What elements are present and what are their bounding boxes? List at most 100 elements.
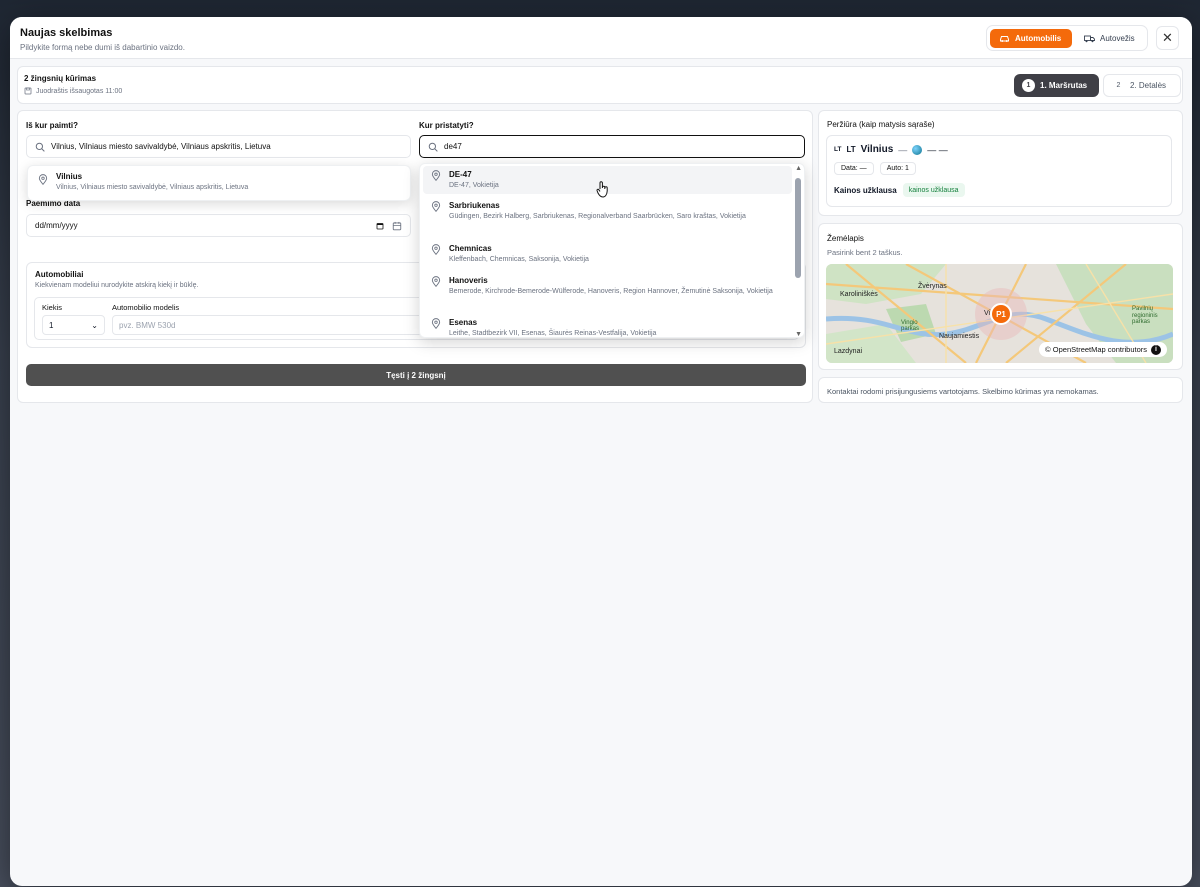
- search-icon: [35, 142, 45, 152]
- price-label: Kainos užklausa: [834, 185, 897, 195]
- suggestion-desc: Kleffenbach, Chemnicas, Saksonija, Vokie…: [449, 256, 589, 263]
- date-chip: Data: —: [834, 162, 874, 175]
- scroll-down-icon[interactable]: ▼: [795, 331, 802, 337]
- location-pin-icon: [38, 174, 48, 185]
- chevron-down-icon: ⌄: [91, 320, 98, 330]
- cars-title: Automobiliai: [35, 270, 84, 279]
- globe-icon: [912, 144, 923, 155]
- scroll-up-icon[interactable]: ▲: [795, 165, 802, 172]
- close-icon: ✕: [1162, 30, 1173, 45]
- type-truck-button[interactable]: Autovežis: [1075, 29, 1145, 48]
- step-details-button[interactable]: 2 2. Detalės: [1103, 74, 1181, 97]
- suggestion-name: Hanoveris: [449, 276, 488, 285]
- attribution-text: © OpenStreetMap contributors: [1045, 345, 1147, 354]
- map-card: Žemėlapis Pasirink bent 2 taškus. Karoli…: [818, 223, 1183, 370]
- delivery-suggestion-item[interactable]: Hanoveris Bemerode, Kirchrode-Bemerode-Wü…: [423, 272, 792, 300]
- location-pin-icon: [431, 276, 441, 287]
- map-label-lazdynai: Lazdynai: [834, 348, 863, 355]
- modal-header: Naujas skelbimas Pildykite formą nebe du…: [10, 17, 1192, 59]
- suggestion-desc: Güdingen, Bezirk Halberg, Sarbriukenas, …: [449, 213, 746, 220]
- location-pin-icon: [431, 244, 441, 255]
- location-pin-icon: [431, 201, 441, 212]
- step-bar: 2 žingsnių kūrimas Juodraštis išsaugotas…: [17, 66, 1183, 104]
- suggestion-desc: DE-47, Vokietija: [449, 182, 499, 189]
- modal-subtitle: Pildykite formą nebe dumi iš dabartinio …: [20, 43, 185, 52]
- suggestion-desc: Leithe, Stadtbezirk VII, Esenas, Šiaurės…: [449, 330, 657, 337]
- pickup-suggestion-desc: Vilnius, Vilniaus miesto savivaldybė, Vi…: [56, 184, 249, 191]
- close-button[interactable]: ✕: [1156, 26, 1179, 50]
- calendar-icon: [392, 221, 402, 230]
- pickup-date-input[interactable]: dd/mm/yyyy: [26, 214, 411, 237]
- hand-cursor-icon: [596, 181, 608, 198]
- steps-title: 2 žingsnių kūrimas: [24, 74, 97, 83]
- auto-chip: Auto: 1: [879, 162, 916, 175]
- listing-type-switch: Automobilis Autovežis: [986, 25, 1148, 51]
- suggestion-name: Chemnicas: [449, 244, 492, 253]
- delivery-suggestion-item[interactable]: Chemnicas Kleffenbach, Chemnicas, Saksoni…: [423, 240, 792, 268]
- model-placeholder: pvz. BMW 530d: [119, 320, 176, 330]
- delivery-suggestion-item[interactable]: Sarbriukenas Güdingen, Bezirk Halberg, Sa…: [423, 197, 792, 225]
- delivery-label: Kur pristatyti?: [419, 121, 474, 130]
- suggestion-name: Esenas: [449, 318, 478, 327]
- scrollbar-thumb[interactable]: [795, 178, 801, 278]
- delivery-input-value: de47: [444, 142, 462, 151]
- delivery-suggestions: DE-47 DE-47, Vokietija Sarbriukenas Güding…: [419, 163, 805, 338]
- type-truck-label: Autovežis: [1100, 34, 1135, 43]
- preview-country: LT: [846, 145, 856, 154]
- step-route-label: 1. Maršrutas: [1040, 81, 1088, 90]
- step-route-number: 1: [1022, 79, 1035, 92]
- quantity-select[interactable]: 1 ⌄: [42, 315, 105, 335]
- pickup-input-value: Vilnius, Vilniaus miesto savivaldybė, Vi…: [51, 142, 271, 151]
- step-details-number: 2: [1116, 82, 1121, 89]
- suggestion-name: DE-47: [449, 170, 472, 179]
- preview-destination: — —: [927, 144, 948, 155]
- model-label: Automobilio modelis: [112, 303, 180, 312]
- new-listing-modal: Naujas skelbimas Pildykite formą nebe du…: [10, 17, 1192, 886]
- route-form-card: Iš kur paimti? Vilnius, Vilniaus miesto …: [17, 110, 813, 403]
- map-label-naujamiestis: Naujamiestis: [939, 333, 980, 340]
- notice-text: Kontaktai rodomi prisijungusiems vartoto…: [827, 387, 1099, 396]
- suggestion-name: Sarbriukenas: [449, 201, 500, 210]
- preview-card: Peržiūra (kaip matysis sąraše) LT LT Vil…: [818, 110, 1183, 216]
- search-icon: [428, 142, 438, 152]
- preview-city: Vilnius: [860, 144, 894, 155]
- continue-button[interactable]: Tęsti į 2 žingsnį: [26, 364, 806, 386]
- delivery-input[interactable]: de47: [419, 135, 805, 158]
- location-pin-icon: [431, 170, 441, 181]
- preview-listing: LT LT Vilnius — — — Data: — Auto: 1 Kain…: [826, 135, 1172, 207]
- map-label-zverynas: Žvėrynas: [918, 283, 947, 290]
- map-label-karoliniskes: Karoliniškės: [840, 291, 878, 298]
- flag-code: LT: [834, 146, 842, 153]
- pickup-suggestion-name: Vilnius: [56, 172, 83, 181]
- map-label-pavilniu-parkas: Pavilnių regioninis parkas: [1132, 306, 1158, 326]
- calendar-picker-icon[interactable]: [376, 222, 384, 230]
- pickup-suggestions: Vilnius Vilnius, Vilniaus miesto savival…: [27, 165, 411, 201]
- draft-status-text: Juodraštis išsaugotas 11:00: [36, 87, 123, 95]
- map-title: Žemėlapis: [827, 234, 864, 243]
- step-details-label: 2. Detalės: [1130, 81, 1167, 90]
- save-icon: [24, 87, 32, 95]
- car-icon: [1000, 36, 1009, 42]
- suggestions-scrollbar[interactable]: ▲ ▼: [792, 164, 804, 337]
- info-icon[interactable]: i: [1151, 344, 1161, 355]
- map-attribution[interactable]: © OpenStreetMap contributors i: [1039, 342, 1167, 357]
- pickup-label: Iš kur paimti?: [26, 121, 79, 130]
- location-pin-icon: [431, 318, 441, 329]
- price-badge: kainos užklausa: [902, 183, 965, 197]
- map-hint: Pasirink bent 2 taškus.: [827, 248, 903, 257]
- map-view[interactable]: Karoliniškės Žvėrynas Vilnius Naujamiest…: [826, 264, 1173, 363]
- cars-subtitle: Kiekvienam modeliui nurodykite atskirą k…: [35, 282, 199, 289]
- truck-icon: [1084, 35, 1095, 43]
- quantity-label: Kiekis: [42, 303, 63, 312]
- step-route-button[interactable]: 1 1. Maršrutas: [1014, 74, 1099, 97]
- type-car-button[interactable]: Automobilis: [990, 29, 1072, 48]
- suggestion-desc: Bemerode, Kirchrode-Bemerode-Wülferode, …: [449, 288, 773, 295]
- draft-status: Juodraštis išsaugotas 11:00: [24, 87, 122, 95]
- type-car-label: Automobilis: [1015, 34, 1062, 43]
- notice-card: Kontaktai rodomi prisijungusiems vartoto…: [818, 377, 1183, 403]
- pickup-input[interactable]: Vilnius, Vilniaus miesto savivaldybė, Vi…: [26, 135, 411, 158]
- map-marker-p1[interactable]: P1: [990, 303, 1012, 325]
- pickup-suggestion-item[interactable]: Vilnius Vilnius, Vilniaus miesto savival…: [38, 172, 400, 192]
- map-label-vingio-parkas: Vingio parkas: [901, 320, 920, 332]
- delivery-suggestion-item[interactable]: Esenas Leithe, Stadtbezirk VII, Esenas, Š…: [423, 314, 792, 337]
